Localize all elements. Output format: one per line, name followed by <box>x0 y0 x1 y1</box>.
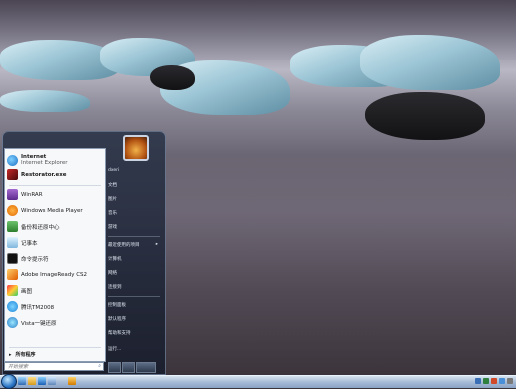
arrow-right-icon: ▸ <box>9 351 12 358</box>
start-menu-programs-pane: Internet Internet Explorer Restorator.ex… <box>4 148 106 362</box>
places-item-control-panel[interactable]: 控制面板 <box>108 302 160 308</box>
places-item-music[interactable]: 音乐 <box>108 210 160 216</box>
lock-icon[interactable] <box>121 362 135 373</box>
recent-item-label: 备份和还原中心 <box>21 224 60 231</box>
recent-item-label: WinRAR <box>21 191 43 198</box>
menu-separator <box>108 296 160 297</box>
vista-restore-icon <box>7 317 18 328</box>
tm-icon <box>7 301 18 312</box>
recent-item[interactable]: WinRAR <box>7 187 103 202</box>
recent-item[interactable]: 命令提示符 <box>7 251 103 266</box>
notepad-icon <box>7 237 18 248</box>
places-item-run[interactable]: 运行... <box>108 346 160 352</box>
arrow-right-icon: ▸ <box>155 242 158 247</box>
cmd-icon <box>7 253 18 264</box>
explorer-icon[interactable] <box>28 377 36 385</box>
recent-item[interactable]: Adobe ImageReady CS2 <box>7 267 103 282</box>
tray-app-icon[interactable] <box>507 378 513 384</box>
recent-item-label: 画图 <box>21 288 33 295</box>
start-menu-places-pane: dxeri 文档 图片 音乐 游戏 最近使用的项目 ▸ 计算机 网络 连接到 控… <box>106 148 162 360</box>
start-search-input[interactable]: 开始搜索 ⌕ <box>4 362 104 371</box>
backup-icon <box>7 221 18 232</box>
winrar-icon <box>7 189 18 200</box>
recent-item-label: Windows Media Player <box>21 207 83 214</box>
places-item-recent[interactable]: 最近使用的项目 ▸ <box>108 242 160 248</box>
recent-item[interactable]: 记事本 <box>7 235 103 250</box>
recent-item-label: Adobe ImageReady CS2 <box>21 271 88 278</box>
restorator-icon <box>7 169 18 180</box>
network-icon[interactable] <box>475 378 481 384</box>
taskbar-app-icon[interactable] <box>68 377 76 385</box>
power-controls <box>108 362 156 373</box>
imageready-icon <box>7 269 18 280</box>
tray-app-icon[interactable] <box>491 378 497 384</box>
ie-icon <box>7 154 18 166</box>
recent-item-label: 记事本 <box>21 240 38 247</box>
volume-icon[interactable] <box>483 378 489 384</box>
search-icon: ⌕ <box>98 363 101 369</box>
recent-item[interactable]: Vista一键还原 <box>7 315 103 330</box>
places-item-documents[interactable]: 文档 <box>108 182 160 188</box>
places-item-games[interactable]: 游戏 <box>108 224 160 230</box>
search-placeholder: 开始搜索 <box>8 364 29 370</box>
menu-separator <box>9 185 101 186</box>
pinned-subtitle: Internet Explorer <box>21 160 68 166</box>
system-tray <box>430 376 516 386</box>
menu-separator <box>9 347 101 348</box>
all-programs-button[interactable]: ▸ 所有程序 <box>5 349 105 360</box>
ie-quicklaunch-icon[interactable] <box>38 377 46 385</box>
wallpaper-iceberg <box>0 90 90 112</box>
places-item-network[interactable]: 网络 <box>108 270 160 276</box>
places-item-connect[interactable]: 连接到 <box>108 284 160 290</box>
recent-item[interactable]: 腾讯TM2008 <box>7 299 103 314</box>
places-item-default-programs[interactable]: 默认程序 <box>108 316 160 322</box>
recent-item[interactable]: 画图 <box>7 283 103 298</box>
places-item-computer[interactable]: 计算机 <box>108 256 160 262</box>
places-item-recent-label: 最近使用的项目 <box>108 243 140 248</box>
menu-separator <box>108 236 160 237</box>
recent-item-label: 命令提示符 <box>21 256 49 263</box>
pinned-restorator[interactable]: Restorator.exe <box>7 167 103 182</box>
all-programs-label: 所有程序 <box>15 352 36 358</box>
places-item-help[interactable]: 帮助和支持 <box>108 330 160 336</box>
media-player-icon <box>7 205 18 216</box>
tray-app-icon[interactable] <box>499 378 505 384</box>
power-icon[interactable] <box>108 362 121 373</box>
recent-item-label: 腾讯TM2008 <box>21 304 55 311</box>
wallpaper-rock <box>150 65 195 90</box>
show-desktop-icon[interactable] <box>18 377 26 385</box>
recent-item[interactable]: 备份和还原中心 <box>7 219 103 234</box>
paint-icon <box>7 285 18 296</box>
places-item-user[interactable]: dxeri <box>108 168 160 173</box>
recent-item[interactable]: Windows Media Player <box>7 203 103 218</box>
quicklaunch-icon[interactable] <box>48 377 56 385</box>
places-item-pictures[interactable]: 图片 <box>108 196 160 202</box>
pinned-title: Restorator.exe <box>21 171 67 178</box>
shutdown-options-button[interactable] <box>135 362 156 373</box>
wallpaper-rock <box>365 92 485 140</box>
recent-item-label: Vista一键还原 <box>21 320 57 327</box>
